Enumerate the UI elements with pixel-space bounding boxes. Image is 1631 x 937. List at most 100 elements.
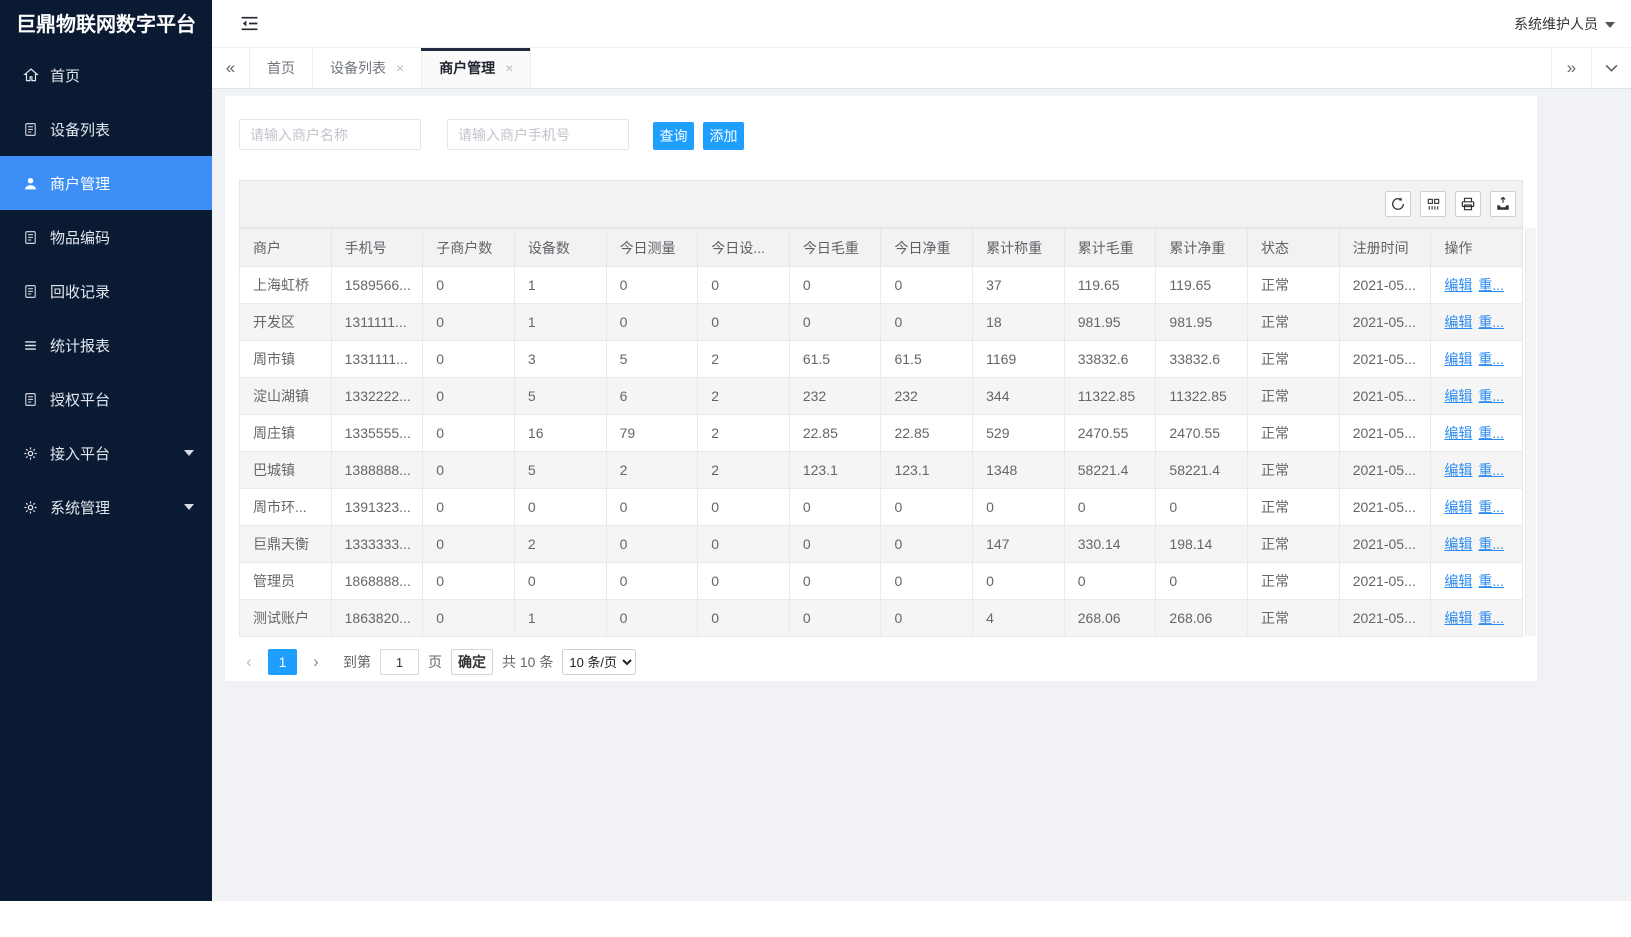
page-unit-label: 页 xyxy=(428,652,442,672)
page-1-button[interactable]: 1 xyxy=(268,649,297,675)
column-header: 今日毛重 xyxy=(789,229,881,267)
menu-fold-icon[interactable] xyxy=(240,15,259,32)
edit-link[interactable]: 编辑 xyxy=(1444,277,1472,293)
reset-link[interactable]: 重... xyxy=(1478,573,1504,589)
sidebar-item-1[interactable]: 设备列表 xyxy=(0,102,212,156)
table-cell: 正常 xyxy=(1248,267,1340,304)
close-icon[interactable]: × xyxy=(505,61,513,75)
table-cell: 2021-05... xyxy=(1339,341,1431,378)
table-cell: 2 xyxy=(698,415,790,452)
table-cell: 0 xyxy=(881,563,973,600)
table-row: 周市镇1331111...035261.561.5116933832.63383… xyxy=(240,341,1523,378)
tabs-dropdown-button[interactable] xyxy=(1591,48,1631,88)
sidebar-item-5[interactable]: 统计报表 xyxy=(0,318,212,372)
table-scrollbar[interactable] xyxy=(1525,228,1536,636)
reset-link[interactable]: 重... xyxy=(1478,425,1504,441)
table-cell: 正常 xyxy=(1248,452,1340,489)
goto-label: 到第 xyxy=(343,652,371,672)
sidebar-item-4[interactable]: 回收记录 xyxy=(0,264,212,318)
table-cell: 5 xyxy=(514,452,606,489)
export-button[interactable] xyxy=(1490,191,1516,217)
column-header: 今日净重 xyxy=(881,229,973,267)
edit-link[interactable]: 编辑 xyxy=(1444,499,1472,515)
export-icon xyxy=(1495,196,1511,212)
reset-link[interactable]: 重... xyxy=(1478,610,1504,626)
table-row: 周市环...1391323...000000000正常2021-05...编辑重… xyxy=(240,489,1523,526)
table-cell: 0 xyxy=(881,304,973,341)
edit-link[interactable]: 编辑 xyxy=(1444,388,1472,404)
refresh-button[interactable] xyxy=(1385,191,1411,217)
tab-label: 设备列表 xyxy=(330,58,386,78)
sidebar: 巨鼎物联网数字平台 首页设备列表商户管理物品编码回收记录统计报表授权平台接入平台… xyxy=(0,0,212,901)
reset-link[interactable]: 重... xyxy=(1478,499,1504,515)
table-cell: 22.85 xyxy=(789,415,881,452)
tab-2[interactable]: 商户管理× xyxy=(422,48,531,88)
table-cell: 0 xyxy=(973,563,1065,600)
table-cell: 79 xyxy=(606,415,698,452)
table-cell: 0 xyxy=(1156,489,1248,526)
edit-link[interactable]: 编辑 xyxy=(1444,573,1472,589)
prev-page-button[interactable]: ‹ xyxy=(239,652,259,672)
table-cell: 2021-05... xyxy=(1339,304,1431,341)
tab-1[interactable]: 设备列表 × xyxy=(313,48,422,88)
table-cell: 232 xyxy=(789,378,881,415)
reset-link[interactable]: 重... xyxy=(1478,314,1504,330)
reset-link[interactable]: 重... xyxy=(1478,388,1504,404)
sidebar-item-2[interactable]: 商户管理 xyxy=(0,156,212,210)
tabs-scroll-left-button[interactable]: « xyxy=(212,48,250,88)
table-cell: 正常 xyxy=(1248,378,1340,415)
sidebar-item-7[interactable]: 接入平台 xyxy=(0,426,212,480)
tab-0[interactable]: 首页 xyxy=(250,48,313,88)
reset-link[interactable]: 重... xyxy=(1478,462,1504,478)
document-icon xyxy=(22,229,39,246)
table-cell: 1 xyxy=(514,267,606,304)
table-cell-actions: 编辑重... xyxy=(1431,489,1523,526)
caret-down-icon xyxy=(184,504,194,510)
edit-link[interactable]: 编辑 xyxy=(1444,351,1472,367)
add-button[interactable]: 添加 xyxy=(703,122,744,150)
sidebar-item-0[interactable]: 首页 xyxy=(0,48,212,102)
table-cell: 上海虹桥 xyxy=(240,267,332,304)
user-menu[interactable]: 系统维护人员 xyxy=(1514,0,1615,48)
table-cell: 0 xyxy=(973,489,1065,526)
total-count-label: 共 10 条 xyxy=(502,652,553,672)
reset-link[interactable]: 重... xyxy=(1478,351,1504,367)
column-header: 操作 xyxy=(1431,229,1523,267)
columns-button[interactable] xyxy=(1420,191,1446,217)
edit-link[interactable]: 编辑 xyxy=(1444,425,1472,441)
column-header: 设备数 xyxy=(514,229,606,267)
table-cell: 58221.4 xyxy=(1064,452,1156,489)
sidebar-item-3[interactable]: 物品编码 xyxy=(0,210,212,264)
edit-link[interactable]: 编辑 xyxy=(1444,610,1472,626)
table-cell: 1169 xyxy=(973,341,1065,378)
table-cell: 147 xyxy=(973,526,1065,563)
table-cell: 0 xyxy=(423,304,515,341)
table-cell: 16 xyxy=(514,415,606,452)
reset-link[interactable]: 重... xyxy=(1478,277,1504,293)
tab-bar-right: » xyxy=(1551,48,1631,88)
table-cell: 6 xyxy=(606,378,698,415)
page-size-select[interactable]: 10 条/页 xyxy=(562,649,636,675)
merchant-phone-input[interactable] xyxy=(447,119,629,150)
goto-page-input[interactable] xyxy=(380,649,419,675)
reset-link[interactable]: 重... xyxy=(1478,536,1504,552)
table-cell: 正常 xyxy=(1248,563,1340,600)
tabs-scroll-right-button[interactable]: » xyxy=(1551,48,1591,88)
edit-link[interactable]: 编辑 xyxy=(1444,462,1472,478)
edit-link[interactable]: 编辑 xyxy=(1444,314,1472,330)
table-cell: 2021-05... xyxy=(1339,267,1431,304)
edit-link[interactable]: 编辑 xyxy=(1444,536,1472,552)
table-cell: 33832.6 xyxy=(1156,341,1248,378)
table-cell: 巨鼎天衡 xyxy=(240,526,332,563)
query-button[interactable]: 查询 xyxy=(653,122,694,150)
merchant-name-input[interactable] xyxy=(239,119,421,150)
table-cell-actions: 编辑重... xyxy=(1431,452,1523,489)
print-button[interactable] xyxy=(1455,191,1481,217)
confirm-button[interactable]: 确定 xyxy=(451,649,493,675)
table-cell: 巴城镇 xyxy=(240,452,332,489)
close-icon[interactable]: × xyxy=(396,61,404,75)
sidebar-item-8[interactable]: 系统管理 xyxy=(0,480,212,534)
sidebar-item-6[interactable]: 授权平台 xyxy=(0,372,212,426)
table-cell: 0 xyxy=(514,563,606,600)
next-page-button[interactable]: › xyxy=(306,652,326,672)
